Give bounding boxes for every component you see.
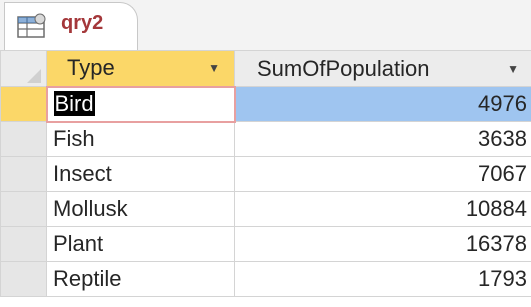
record-selector[interactable] xyxy=(0,261,47,297)
tab-label: qry2 xyxy=(61,12,104,34)
column-header-label: Type xyxy=(67,55,115,81)
table-row[interactable]: Fish 3638 xyxy=(0,121,531,157)
sum-cell[interactable]: 7067 xyxy=(234,156,531,192)
record-selector[interactable] xyxy=(0,121,47,157)
corner-triangle-icon xyxy=(27,69,41,83)
datasheet-grid: Type ▼ SumOfPopulation ▼ Bird 4976 Fish … xyxy=(0,50,531,297)
table-row[interactable]: Mollusk 10884 xyxy=(0,191,531,227)
sum-cell[interactable]: 1793 xyxy=(234,261,531,297)
record-selector[interactable] xyxy=(0,191,47,227)
document-tab-bar: qry2 xyxy=(0,0,531,51)
sum-cell[interactable]: 10884 xyxy=(234,191,531,227)
type-cell[interactable]: Reptile xyxy=(46,261,235,297)
column-header-label: SumOfPopulation xyxy=(257,55,430,81)
column-header-type[interactable]: Type ▼ xyxy=(46,50,235,87)
sum-cell[interactable]: 3638 xyxy=(234,121,531,157)
column-header-sumofpopulation[interactable]: SumOfPopulation ▼ xyxy=(234,50,531,87)
type-cell[interactable]: Fish xyxy=(46,121,235,157)
type-cell[interactable]: Insect xyxy=(46,156,235,192)
table-row[interactable]: Bird 4976 xyxy=(0,85,531,123)
type-value: Bird xyxy=(53,91,95,116)
table-row[interactable]: Reptile 1793 xyxy=(0,261,531,297)
select-all-corner[interactable] xyxy=(0,50,47,87)
dropdown-arrow-icon[interactable]: ▼ xyxy=(507,62,519,76)
record-selector[interactable] xyxy=(0,86,47,122)
dropdown-arrow-icon[interactable]: ▼ xyxy=(208,61,220,75)
table-row[interactable]: Insect 7067 xyxy=(0,156,531,192)
query-datasheet-icon xyxy=(17,13,46,38)
type-cell[interactable]: Mollusk xyxy=(46,191,235,227)
record-selector[interactable] xyxy=(0,226,47,262)
record-selector[interactable] xyxy=(0,156,47,192)
header-row: Type ▼ SumOfPopulation ▼ xyxy=(0,50,531,87)
sum-cell[interactable]: 16378 xyxy=(234,226,531,262)
query-tab[interactable]: qry2 xyxy=(4,2,138,50)
table-row[interactable]: Plant 16378 xyxy=(0,226,531,262)
type-cell[interactable]: Plant xyxy=(46,226,235,262)
type-cell[interactable]: Bird xyxy=(45,85,236,123)
sum-cell[interactable]: 4976 xyxy=(234,86,531,122)
